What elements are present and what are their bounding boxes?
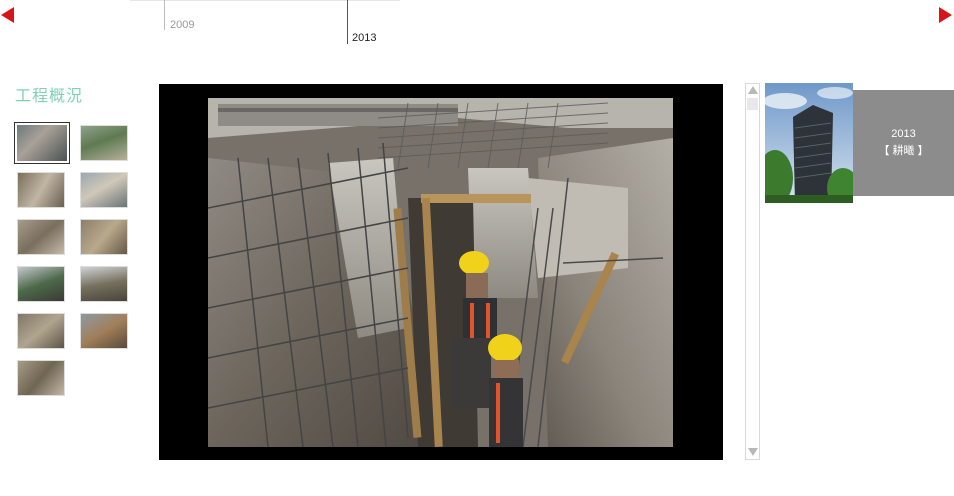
thumbnail-11[interactable] [17,360,65,396]
timeline-track [130,0,400,1]
thumbnail-7[interactable] [17,266,65,302]
scroll-up-icon[interactable] [748,86,758,94]
timeline-year-2009[interactable]: 2009 [170,19,194,31]
project-name: 【 耕曦 】 [878,145,929,157]
next-arrow-icon[interactable] [939,7,952,23]
timeline-year-2013[interactable]: 2013 [352,32,376,44]
timeline-tick-active [347,0,348,44]
project-building-image[interactable] [765,83,853,203]
project-card[interactable]: 2013 【 耕曦 】 [853,90,954,196]
scroll-down-icon[interactable] [748,448,758,456]
thumbnail-8[interactable] [80,266,128,302]
thumbnail-6[interactable] [80,219,128,255]
timeline-tick [164,0,165,30]
thumbnail-scrollbar[interactable] [745,83,760,460]
scroll-thumb[interactable] [747,98,758,110]
thumbnail-4[interactable] [80,172,128,208]
thumbnail-9[interactable] [17,313,65,349]
project-year: 2013 [891,128,916,140]
section-title: 工程概況 [15,86,84,105]
thumbnail-5[interactable] [17,219,65,255]
thumbnail-1[interactable] [14,122,70,164]
thumbnail-3[interactable] [17,172,65,208]
previous-arrow-icon[interactable] [1,7,14,23]
construction-photo [208,98,673,447]
thumbnail-2[interactable] [80,125,128,161]
thumbnail-10[interactable] [80,313,128,349]
